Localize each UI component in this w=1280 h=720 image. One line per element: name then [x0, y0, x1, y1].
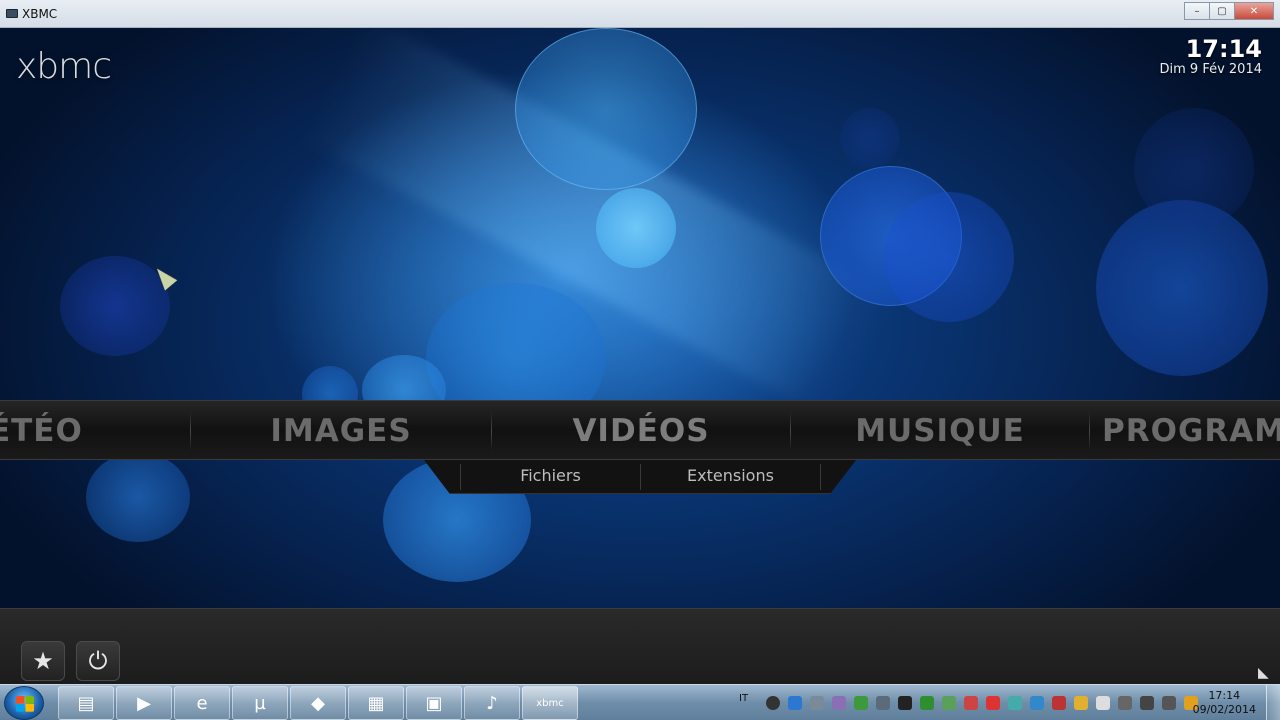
clock: 17:14 Dim 9 Fév 2014 [1160, 36, 1263, 77]
tray-date: 09/02/2014 [1192, 703, 1256, 716]
taskbar-video-app[interactable]: ▣ [406, 686, 462, 720]
window-title: XBMC [22, 7, 58, 21]
background-bokeh [1134, 108, 1254, 228]
music-note-icon: ♪ [486, 692, 498, 714]
tray-time: 17:14 [1208, 689, 1241, 702]
sub-menu: Fichiers Extensions [424, 460, 856, 494]
taskbar-music-app[interactable]: ♪ [464, 686, 520, 720]
submenu-item-extensions[interactable]: Extensions [641, 460, 820, 492]
maximize-button[interactable]: ▢ [1209, 2, 1235, 20]
window-title-bar: XBMC – ▢ ✕ [0, 0, 1280, 28]
xbmc-logo: xbmc [16, 46, 112, 87]
background-bokeh [840, 108, 900, 168]
submenu-item-fichiers[interactable]: Fichiers [461, 460, 640, 492]
xbmc-home-screen: xbmc 17:14 Dim 9 Fév 2014 MÉTÉO IMAGES V… [0, 28, 1280, 684]
taskbar-app-cube[interactable]: ◆ [290, 686, 346, 720]
tray-app-icon[interactable] [1030, 696, 1044, 710]
power-icon: ⏻ [88, 647, 108, 675]
background-bokeh [86, 452, 190, 542]
taskbar-utorrent[interactable]: µ [232, 686, 288, 720]
internet-explorer-icon: e [196, 692, 208, 714]
tray-app-icon[interactable] [832, 696, 846, 710]
background-bokeh [515, 28, 697, 190]
action-center-flag-icon[interactable] [1096, 696, 1110, 710]
show-desktop-button[interactable] [1266, 685, 1280, 720]
tray-app-icon[interactable] [876, 696, 890, 710]
xbmc-taskbar-icon: xbmc [536, 697, 564, 709]
tray-app-icon[interactable] [810, 696, 824, 710]
tray-app-icon[interactable] [986, 696, 1000, 710]
menu-item-musique[interactable]: MUSIQUE [791, 401, 1089, 459]
window-controls: – ▢ ✕ [1184, 2, 1274, 20]
windows-taskbar: ▤ ▶ e µ ◆ ▦ ▣ ♪ xbmc IT 17:14 09/02/2014 [0, 684, 1280, 720]
taskbar-file-explorer[interactable]: ▤ [58, 686, 114, 720]
tray-app-icon[interactable] [1074, 696, 1088, 710]
tray-app-icon[interactable] [1118, 696, 1132, 710]
clock-time: 17:14 [1185, 35, 1262, 63]
tray-app-icon[interactable] [788, 696, 802, 710]
media-player-icon: ▶ [137, 692, 151, 714]
main-menu: MÉTÉO IMAGES VIDÉOS MUSIQUE PROGRAMMES [0, 400, 1280, 460]
video-app-icon: ▣ [425, 692, 443, 714]
menu-item-videos[interactable]: VIDÉOS [492, 401, 790, 459]
taskbar-internet-explorer[interactable]: e [174, 686, 230, 720]
tray-app-icon[interactable] [1008, 696, 1022, 710]
favourites-button[interactable]: ★ [21, 641, 65, 681]
menu-item-meteo[interactable]: MÉTÉO [0, 401, 190, 459]
power-button[interactable]: ⏻ [76, 641, 120, 681]
close-button[interactable]: ✕ [1234, 2, 1274, 20]
xbmc-app-icon [6, 9, 18, 18]
menu-item-images[interactable]: IMAGES [191, 401, 491, 459]
windows-logo-icon [16, 696, 34, 712]
tray-app-icon[interactable] [898, 696, 912, 710]
utorrent-icon: µ [254, 692, 266, 714]
tray-app-icon[interactable] [766, 696, 780, 710]
background-bokeh [884, 192, 1014, 322]
tray-app-icon[interactable] [920, 696, 934, 710]
tray-language[interactable]: IT [739, 693, 748, 704]
star-icon: ★ [32, 647, 54, 675]
file-explorer-icon: ▤ [77, 692, 95, 714]
network-signal-icon[interactable] [1140, 696, 1154, 710]
rss-icon: ◣ [1258, 664, 1269, 680]
app-cube-icon: ◆ [311, 692, 325, 714]
taskbar-control-panel[interactable]: ▦ [348, 686, 404, 720]
taskbar-media-player[interactable]: ▶ [116, 686, 172, 720]
submenu-separator [820, 464, 821, 490]
bottom-bar: ★ ⏻ ◣ [0, 608, 1280, 684]
volume-muted-icon[interactable] [1052, 696, 1066, 710]
taskbar-xbmc[interactable]: xbmc [522, 686, 578, 720]
minimize-button[interactable]: – [1184, 2, 1210, 20]
tray-clock[interactable]: 17:14 09/02/2014 [1193, 689, 1256, 717]
control-panel-icon: ▦ [367, 692, 385, 714]
tray-app-icon[interactable] [942, 696, 956, 710]
start-button[interactable] [4, 686, 44, 720]
background-bokeh [596, 188, 676, 268]
tray-app-icon[interactable] [964, 696, 978, 710]
clock-date: Dim 9 Fév 2014 [1159, 62, 1263, 77]
menu-item-programmes[interactable]: PROGRAMMES [1090, 401, 1280, 459]
volume-icon[interactable] [1162, 696, 1176, 710]
tray-app-icon[interactable] [854, 696, 868, 710]
